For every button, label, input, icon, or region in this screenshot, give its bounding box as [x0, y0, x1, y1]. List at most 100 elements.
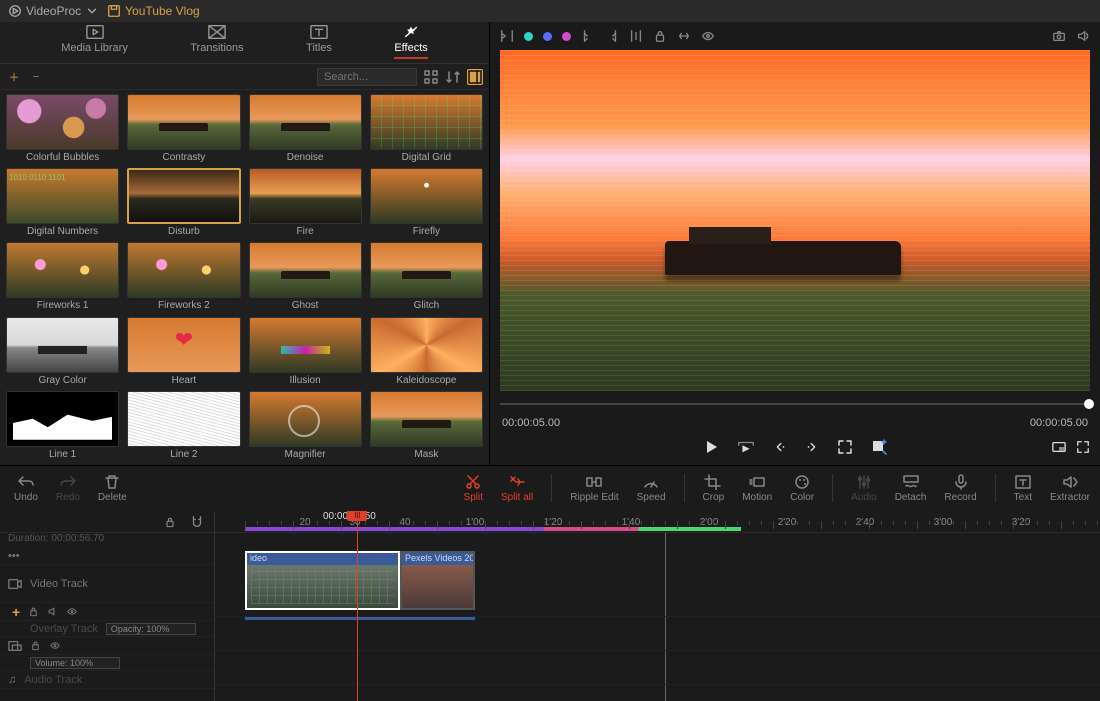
eye-icon[interactable]	[701, 29, 715, 43]
track-lock-icon[interactable]	[28, 606, 39, 617]
app-menu[interactable]: VideoProc	[8, 4, 99, 18]
delete-button[interactable]: Delete	[98, 474, 127, 503]
snapshot-icon[interactable]	[1052, 29, 1066, 43]
effect-contrasty[interactable]: Contrasty	[127, 94, 240, 164]
effect-label: Contrasty	[162, 152, 205, 163]
track-menu-icon[interactable]: •••	[8, 550, 20, 562]
volume-slider[interactable]: Volume: 100%	[30, 657, 120, 669]
effect-denoise[interactable]: Denoise	[249, 94, 362, 164]
effect-thumb	[249, 391, 362, 447]
detach-button[interactable]: Detach	[895, 474, 927, 503]
play-button[interactable]	[703, 439, 719, 455]
effect-fire[interactable]: Fire	[249, 168, 362, 238]
magnet-icon[interactable]	[190, 515, 204, 529]
speed-button[interactable]: Speed	[637, 474, 666, 503]
crop-button[interactable]: Crop	[703, 474, 725, 503]
motion-icon	[748, 474, 766, 490]
effect-fireworks-1[interactable]: Fireworks 1	[6, 242, 119, 312]
motion-button[interactable]: Motion	[742, 474, 772, 503]
overlay-visible-icon[interactable]	[49, 640, 61, 651]
effect-kaleidoscope[interactable]: Kaleidoscope	[370, 317, 483, 387]
overlay-lane[interactable]	[215, 617, 1100, 651]
timeline-tracks[interactable]: 00:00:28.50 2030401'001'201'402'002'202'…	[215, 511, 1100, 701]
marker-dot-3[interactable]	[562, 32, 571, 41]
effect-colorful-bubbles[interactable]: Colorful Bubbles	[6, 94, 119, 164]
prev-frame-button[interactable]	[773, 440, 787, 454]
library-panel: Media Library Transitions Titles Effects…	[0, 22, 490, 465]
tab-effects[interactable]: Effects	[394, 24, 427, 59]
audio-lane[interactable]	[215, 651, 1100, 685]
color-button[interactable]: Color	[790, 474, 814, 503]
safe-zone-icon[interactable]	[677, 29, 691, 43]
effect-firefly[interactable]: Firefly	[370, 168, 483, 238]
audio-track-icon: ♫	[8, 674, 16, 686]
effect-label: Kaleidoscope	[396, 375, 456, 386]
effect-thumb	[6, 391, 119, 447]
clip-1[interactable]: ideo	[245, 551, 400, 610]
effect-illusion[interactable]: Illusion	[249, 317, 362, 387]
mark-out-icon[interactable]	[605, 29, 619, 43]
marker-dot-2[interactable]	[543, 32, 552, 41]
effect-label: Mask	[414, 449, 438, 460]
panel-toggle-icon[interactable]	[467, 69, 483, 85]
grid-view-icon[interactable]	[423, 69, 439, 85]
undo-button[interactable]: Undo	[14, 474, 38, 503]
effect-gray-color[interactable]: Gray Color	[6, 317, 119, 387]
search-input[interactable]	[317, 68, 417, 86]
volume-icon[interactable]	[1076, 29, 1090, 43]
tab-transitions[interactable]: Transitions	[190, 24, 243, 59]
project-name[interactable]: YouTube Vlog	[107, 4, 200, 18]
effect-line-1[interactable]: Line 1	[6, 391, 119, 461]
preview-viewport[interactable]	[500, 50, 1090, 391]
add-button[interactable]: ＋	[6, 69, 22, 85]
effect-magnifier[interactable]: Magnifier	[249, 391, 362, 461]
effect-heart[interactable]: Heart	[127, 317, 240, 387]
redo-button[interactable]: Redo	[56, 474, 80, 503]
effect-ghost[interactable]: Ghost	[249, 242, 362, 312]
track-mute-icon[interactable]	[47, 606, 58, 617]
track-visible-icon[interactable]	[66, 606, 78, 617]
effect-label: Fireworks 2	[158, 300, 210, 311]
audio-button[interactable]: Audio	[851, 474, 877, 503]
trash-icon	[103, 474, 121, 490]
record-button[interactable]: Record	[944, 474, 976, 503]
video-lane[interactable]: ideo Pexels Videos 2019781	[215, 545, 1100, 617]
effect-label: Magnifier	[285, 449, 326, 460]
split-all-button[interactable]: Split all	[501, 474, 533, 503]
fit-button[interactable]	[837, 439, 853, 455]
effect-disturb[interactable]: Disturb	[127, 168, 240, 238]
clip-2[interactable]: Pexels Videos 2019781	[400, 551, 475, 610]
extractor-button[interactable]: Extractor	[1050, 474, 1090, 503]
ripple-edit-button[interactable]: Ripple Edit	[570, 474, 618, 503]
effect-fireworks-2[interactable]: Fireworks 2	[127, 242, 240, 312]
opacity-slider[interactable]: Opacity: 100%	[106, 623, 196, 635]
mark-in-icon[interactable]	[581, 29, 595, 43]
playhead[interactable]	[357, 511, 358, 701]
effect-glitch[interactable]: Glitch	[370, 242, 483, 312]
effect-mask[interactable]: Mask	[370, 391, 483, 461]
split-button[interactable]: Split	[464, 474, 483, 503]
play-range-button[interactable]	[737, 439, 755, 455]
lock-icon[interactable]	[653, 29, 667, 43]
tab-media-library[interactable]: Media Library	[61, 24, 128, 59]
effect-line-2[interactable]: Line 2	[127, 391, 240, 461]
preview-panel: 00:00:05.00 00:00:05.00	[490, 22, 1100, 465]
fullscreen-icon[interactable]	[1076, 440, 1090, 454]
marker-dot-1[interactable]	[524, 32, 533, 41]
effect-digital-grid[interactable]: Digital Grid	[370, 94, 483, 164]
timeline: Duration: 00:00:56.70 ••• Video Track + …	[0, 511, 1100, 701]
overlay-lock-icon[interactable]	[30, 640, 41, 651]
add-marker-button[interactable]	[871, 439, 887, 455]
compare-icon[interactable]	[500, 29, 514, 43]
sort-icon[interactable]	[445, 69, 461, 85]
goto-in-icon[interactable]	[629, 29, 643, 43]
text-button[interactable]: Text	[1014, 474, 1032, 503]
tab-titles[interactable]: Titles	[306, 24, 332, 59]
remove-button[interactable]: −	[28, 69, 44, 85]
lock-all-icon[interactable]	[164, 516, 176, 528]
preview-scrubber[interactable]	[500, 395, 1090, 415]
add-track-button[interactable]: +	[8, 604, 20, 620]
pip-icon[interactable]	[1052, 440, 1066, 454]
next-frame-button[interactable]	[805, 440, 819, 454]
effect-digital-numbers[interactable]: Digital Numbers	[6, 168, 119, 238]
